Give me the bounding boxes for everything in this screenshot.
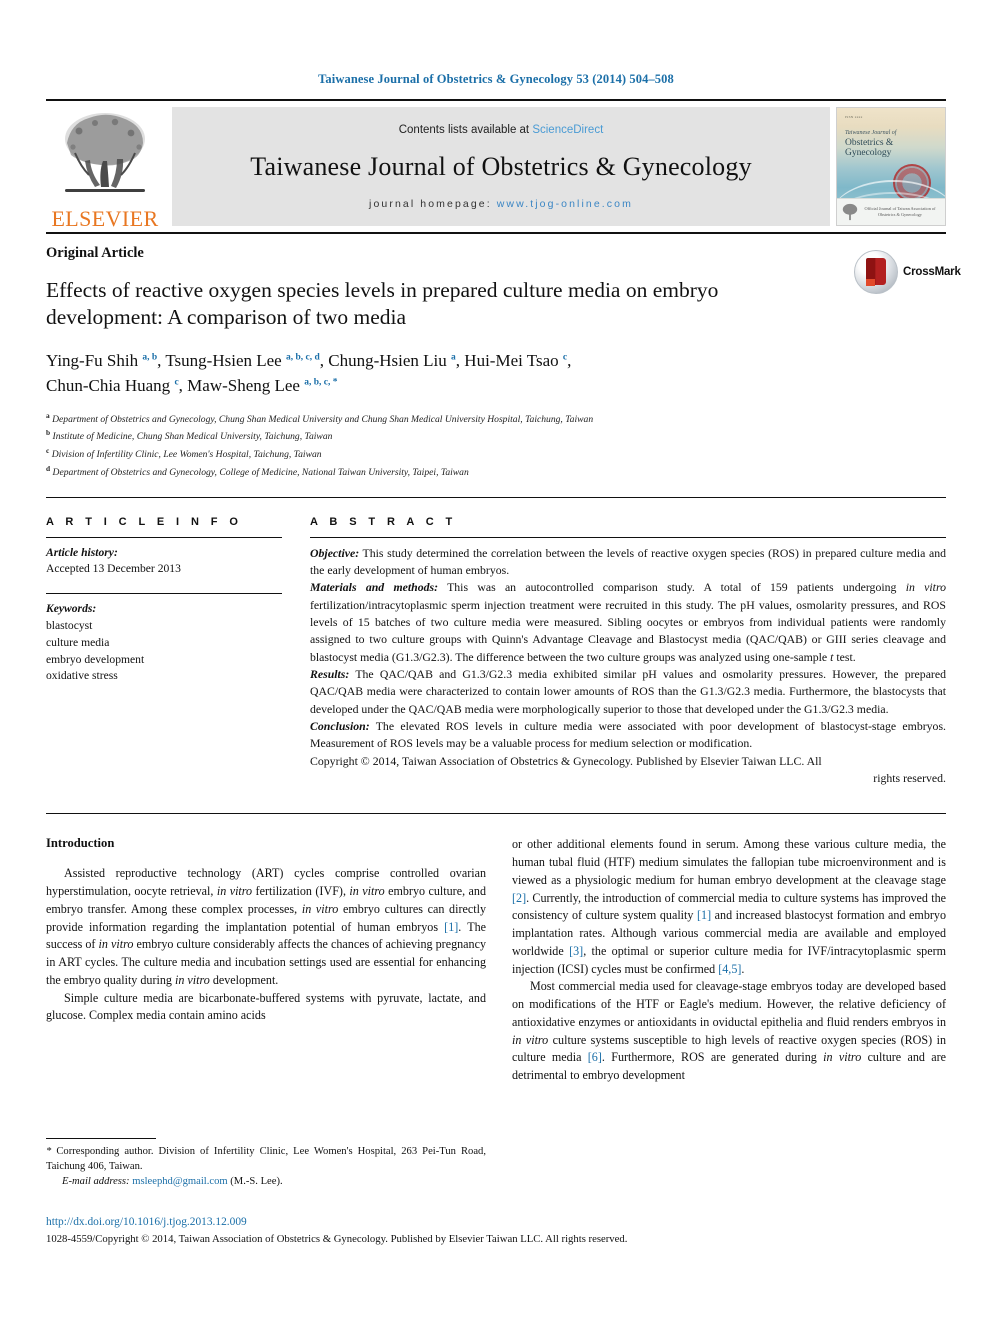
- cover-footer-text: Official Journal of Taiwan Association o…: [864, 206, 936, 217]
- footnote-rule: [46, 1138, 156, 1139]
- corresponding-author-note: * Corresponding author. Division of Infe…: [46, 1146, 486, 1173]
- affiliation-item: d Department of Obstetrics and Gynecolog…: [46, 463, 946, 481]
- abstract-objective: Objective: This study determined the cor…: [310, 545, 946, 580]
- footer-block: http://dx.doi.org/10.1016/j.tjog.2013.12…: [46, 1215, 946, 1247]
- email-link[interactable]: msleephd@gmail.com: [132, 1176, 227, 1187]
- abstract-conclusion-label: Conclusion:: [310, 718, 370, 733]
- author-line-1: Ying-Fu Shih a, b, Tsung-Hsien Lee a, b,…: [46, 350, 572, 370]
- journal-masthead: ELSEVIER Contents lists available at Sci…: [46, 99, 946, 232]
- article-history-value: Accepted 13 December 2013: [46, 562, 181, 576]
- abstract-copyright-last: rights reserved.: [873, 770, 946, 785]
- affiliation-item: c Division of Infertility Clinic, Lee Wo…: [46, 445, 946, 463]
- elsevier-logo: ELSEVIER: [46, 101, 164, 232]
- abstract-results-label: Results:: [310, 666, 350, 681]
- footnote-block: * Corresponding author. Division of Infe…: [46, 1138, 486, 1189]
- journal-title: Taiwanese Journal of Obstetrics & Gyneco…: [250, 151, 752, 181]
- email-label: E-mail address:: [62, 1176, 130, 1188]
- issn-copyright-line: 1028-4559/Copyright © 2014, Taiwan Assoc…: [46, 1232, 628, 1245]
- keywords-label: Keywords:: [46, 602, 97, 616]
- affiliation-mark: b: [46, 428, 51, 438]
- body-paragraph: or other additional elements found in se…: [512, 837, 947, 976]
- body-column-left: Introduction Assisted reproductive techn…: [46, 836, 486, 1085]
- email-note: E-mail address: msleephd@gmail.com (M.-S…: [46, 1174, 486, 1189]
- affiliation-mark: d: [46, 463, 51, 473]
- abstract-objective-text: This study determined the correlation be…: [310, 545, 946, 577]
- cover-issn-text: ISSN xxxx: [845, 115, 863, 119]
- contents-prefix-text: Contents lists available at: [398, 123, 533, 136]
- journal-article-page: Taiwanese Journal of Obstetrics & Gyneco…: [0, 0, 992, 1323]
- info-abstract-section: A R T I C L E I N F O Article history: A…: [46, 498, 946, 788]
- running-head: Taiwanese Journal of Obstetrics & Gyneco…: [318, 72, 674, 86]
- author-line-2: Chun-Chia Huang c, Maw-Sheng Lee a, b, c…: [46, 376, 338, 396]
- abstract-methods-label: Materials and methods:: [310, 580, 439, 595]
- elsevier-tree-icon: [65, 113, 145, 192]
- homepage-prefix-text: journal homepage:: [369, 197, 497, 210]
- body-paragraph: Assisted reproductive technology (ART) c…: [46, 866, 486, 987]
- title-block: Original Article CrossMark Effects of re…: [46, 234, 961, 481]
- abstract-objective-label: Objective:: [310, 545, 360, 560]
- affiliation-item: b Institute of Medicine, Chung Shan Medi…: [46, 427, 946, 445]
- body-column-right: or other additional elements found in se…: [512, 836, 946, 1085]
- abstract-methods: Materials and methods: This was an autoc…: [310, 579, 946, 666]
- keyword-item: culture media: [46, 635, 110, 649]
- page-title: Effects of reactive oxygen species level…: [46, 278, 719, 330]
- body-columns: Introduction Assisted reproductive techn…: [46, 814, 946, 1085]
- cover-elsevier-tree-icon: [842, 203, 858, 221]
- contents-list-line: Contents lists available at ScienceDirec…: [399, 124, 604, 136]
- homepage-url-link[interactable]: www.tjog-online.com: [497, 198, 633, 210]
- article-type-kicker: Original Article: [46, 245, 144, 261]
- crossmark-icon: [854, 250, 898, 294]
- abstract-conclusion-text: The elevated ROS levels in culture media…: [310, 718, 946, 751]
- keyword-item: embryo development: [46, 652, 145, 666]
- cover-title-line1: Taiwanese Journal of: [845, 130, 897, 136]
- crossmark-label: CrossMark: [903, 266, 961, 278]
- affiliation-item: a Department of Obstetrics and Gynecolog…: [46, 410, 946, 428]
- abstract-results-text: The QAC/QAB and G1.3/G2.3 media exhibite…: [310, 666, 946, 716]
- affiliation-mark: c: [46, 446, 50, 456]
- body-paragraph: Most commercial media used for cleavage-…: [512, 979, 946, 1083]
- journal-cover-thumbnail: ISSN xxxx Taiwanese Journal of Obstetric…: [836, 107, 946, 226]
- affiliation-text: Department of Obstetrics and Gynecology,…: [52, 467, 469, 479]
- keyword-item: blastocyst: [46, 619, 93, 633]
- abstract-rule: [310, 536, 946, 538]
- abstract-column: A B S T R A C T Objective: This study de…: [310, 516, 946, 788]
- cover-title-line2: Obstetrics & Gynecology: [845, 138, 894, 159]
- sciencedirect-link[interactable]: ScienceDirect: [532, 124, 603, 136]
- email-suffix: (M.-S. Lee).: [227, 1176, 283, 1188]
- abstract-conclusion: Conclusion: The elevated ROS levels in c…: [310, 718, 946, 753]
- crossmark-badge[interactable]: CrossMark: [854, 250, 961, 294]
- article-history-label: Article history:: [46, 545, 118, 559]
- section-heading-introduction: Introduction: [46, 836, 115, 851]
- article-history: Article history: Accepted 13 December 20…: [46, 545, 282, 579]
- affiliation-text: Institute of Medicine, Chung Shan Medica…: [52, 431, 333, 443]
- crossmark-book-icon: [866, 258, 886, 286]
- article-info-rule: [46, 536, 282, 538]
- article-info-column: A R T I C L E I N F O Article history: A…: [46, 516, 282, 788]
- doi-link[interactable]: http://dx.doi.org/10.1016/j.tjog.2013.12…: [46, 1215, 946, 1231]
- journal-header-box: Contents lists available at ScienceDirec…: [172, 107, 830, 226]
- keywords-block: Keywords: blastocyst culture media embry…: [46, 593, 282, 685]
- abstract-results: Results: The QAC/QAB and G1.3/G2.3 media…: [310, 666, 946, 718]
- body-paragraph: Simple culture media are bicarbonate-buf…: [46, 990, 486, 1023]
- elsevier-wordmark: ELSEVIER: [51, 206, 159, 231]
- affiliation-text: Department of Obstetrics and Gynecology,…: [52, 413, 594, 425]
- keyword-item: oxidative stress: [46, 669, 118, 683]
- cover-footer: Official Journal of Taiwan Association o…: [837, 198, 945, 225]
- article-info-heading: A R T I C L E I N F O: [46, 515, 243, 528]
- affiliation-mark: a: [46, 410, 50, 420]
- abstract-body: Objective: This study determined the cor…: [310, 545, 946, 788]
- author-list: Ying-Fu Shih a, b, Tsung-Hsien Lee a, b,…: [46, 348, 746, 399]
- journal-homepage-line: journal homepage: www.tjog-online.com: [369, 198, 633, 210]
- affiliation-text: Division of Infertility Clinic, Lee Wome…: [51, 449, 322, 461]
- affiliation-list: a Department of Obstetrics and Gynecolog…: [46, 410, 946, 481]
- keywords-rule: [46, 593, 282, 595]
- abstract-heading: A B S T R A C T: [310, 515, 457, 528]
- abstract-copyright: Copyright © 2014, Taiwan Association of …: [310, 753, 822, 768]
